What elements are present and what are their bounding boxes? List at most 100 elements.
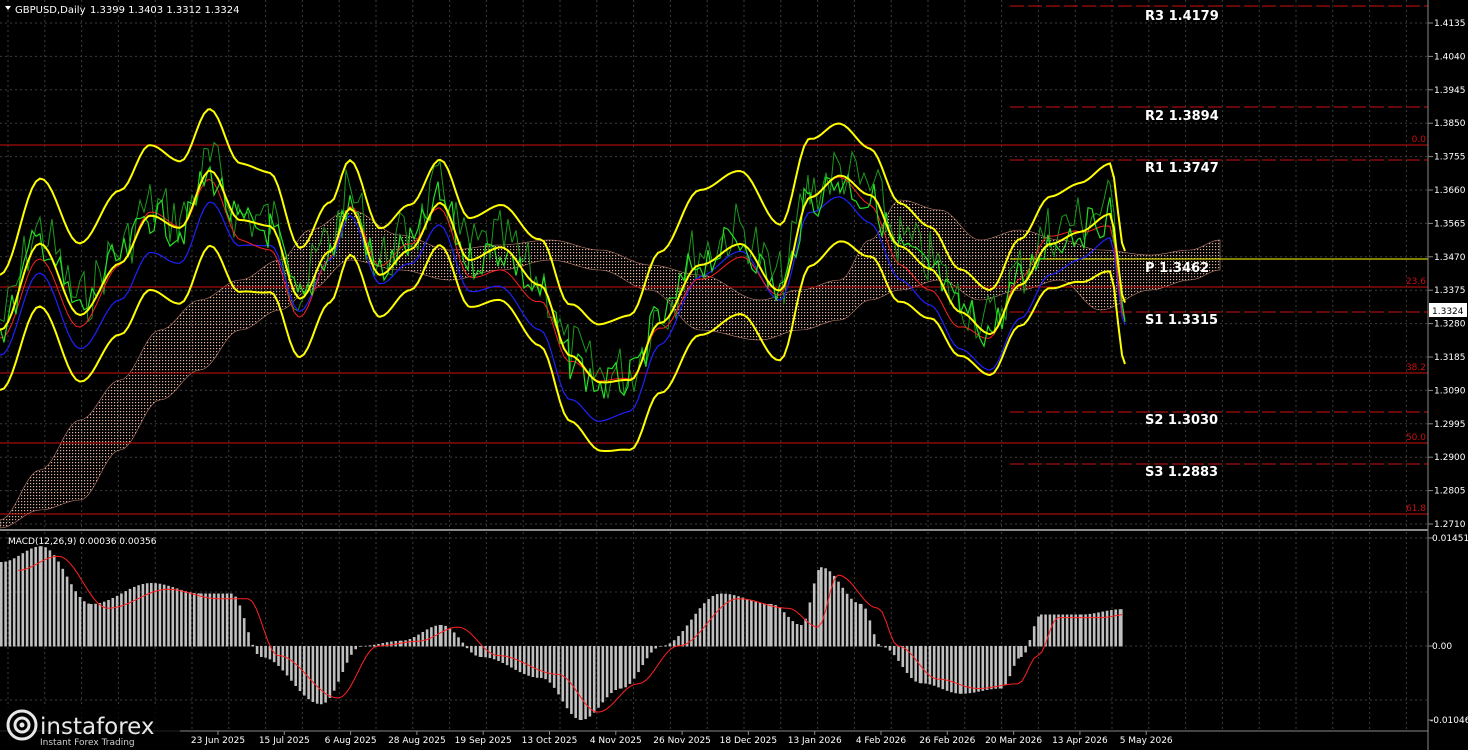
macd-bar (417, 634, 420, 647)
macd-bar (251, 644, 255, 647)
macd-bar (950, 646, 953, 693)
macd-bar (737, 596, 740, 647)
macd-bar (845, 593, 849, 647)
macd-bar (641, 646, 645, 666)
macd-bar (452, 632, 456, 647)
macd-bar (937, 646, 940, 688)
macd-bar (901, 646, 905, 668)
macd-bar (470, 646, 473, 653)
macd-bar (972, 646, 976, 693)
macd-bar (200, 593, 203, 647)
macd-bar (720, 593, 723, 647)
price-tick-label: 1.3185 (1434, 353, 1466, 363)
macd-bar (145, 583, 149, 647)
macd-bar (21, 553, 25, 647)
macd-bar (668, 643, 672, 647)
time-tick-label: 13 Oct 2025 (522, 736, 578, 746)
pivot-s2-label: S2 1.3030 (1145, 413, 1218, 428)
price-tick-label: 1.3660 (1434, 186, 1466, 196)
macd-bar (204, 593, 207, 647)
macd-bar (1061, 614, 1065, 647)
macd-bar (1080, 614, 1083, 647)
pivot-r3-label: R3 1.4179 (1145, 9, 1219, 24)
macd-bar (787, 616, 790, 647)
price-tick-label: 1.3565 (1434, 219, 1466, 229)
macd-bar (804, 618, 807, 647)
macd-bar (425, 629, 429, 647)
macd-bar (212, 593, 216, 647)
macd-bar (120, 593, 123, 647)
macd-bar (171, 587, 175, 647)
macd-bar (1070, 614, 1073, 647)
macd-bar (877, 644, 880, 647)
macd-bar (580, 646, 583, 720)
macd-bar (672, 640, 676, 647)
macd-bar (620, 646, 623, 689)
macd-bar (247, 632, 250, 647)
macd-bar (677, 636, 680, 647)
fib-label-61-8: 61.8 (1406, 504, 1426, 514)
macd-bar (124, 591, 127, 647)
macd-bar (588, 646, 592, 717)
macd-bar (345, 646, 349, 663)
macd-bar (1024, 646, 1027, 653)
macd-bar (421, 631, 425, 647)
macd-bar (968, 646, 972, 694)
macd-bar (841, 587, 845, 647)
macd-bar (162, 584, 166, 647)
macd-bar (732, 595, 736, 647)
macd-bar (188, 592, 192, 647)
macd-bar (540, 646, 543, 678)
pivot-s1-label: S1 1.3315 (1145, 313, 1218, 328)
macd-bar (70, 584, 73, 647)
macd-bar (137, 585, 140, 647)
macd-bar (800, 625, 803, 647)
macd-bar (1037, 616, 1040, 647)
macd-bar (107, 600, 110, 647)
macd-bar (924, 646, 927, 684)
macd-bar (884, 646, 887, 648)
macd-bar (303, 646, 306, 696)
macd-bar (770, 604, 773, 647)
macd-bar (763, 603, 766, 647)
macd-bar (390, 641, 393, 647)
macd-bar (48, 550, 52, 647)
macd-bar (497, 646, 500, 661)
macd-bar (184, 591, 187, 647)
macd-bar (601, 646, 605, 703)
chart-window[interactable]: 0.0 23.6 38.2 50.0 61.8 R3 1.4179 R2 1.3… (0, 0, 1468, 750)
price-tick-label: 1.3755 (1434, 153, 1466, 163)
macd-bar (1092, 613, 1096, 647)
macd-bar (12, 558, 16, 647)
macd-bar (892, 646, 896, 656)
macd-bar (461, 642, 465, 647)
macd-bar (115, 595, 119, 647)
macd-bar (492, 646, 496, 660)
macd-bar (837, 581, 840, 647)
macd-bar (690, 619, 693, 647)
macd-bar (728, 594, 732, 647)
window-title: GBPUSD,Daily (15, 5, 86, 16)
macd-bar (141, 583, 145, 647)
macd-bar (285, 646, 289, 676)
macd-bar (1012, 646, 1016, 666)
macd-bar (624, 646, 627, 688)
macd-bar (584, 646, 587, 720)
macd-bar (57, 561, 60, 647)
macd-bar (1020, 646, 1023, 657)
macd-bar (510, 646, 513, 668)
macd-bar (372, 644, 376, 647)
macd-bar (8, 560, 12, 647)
macd-bar (4, 561, 7, 647)
macd-bar (505, 646, 509, 666)
macd-bar (255, 646, 259, 655)
macd-bar (354, 646, 357, 650)
macd-bar (645, 646, 649, 659)
macd-bar (820, 567, 823, 647)
macd-bar (111, 598, 115, 647)
macd-bar (307, 646, 310, 700)
macd-bar (960, 646, 963, 694)
macd-bar (44, 547, 47, 647)
macd-bar (17, 555, 20, 647)
fib-label-38-2: 38.2 (1406, 363, 1426, 373)
